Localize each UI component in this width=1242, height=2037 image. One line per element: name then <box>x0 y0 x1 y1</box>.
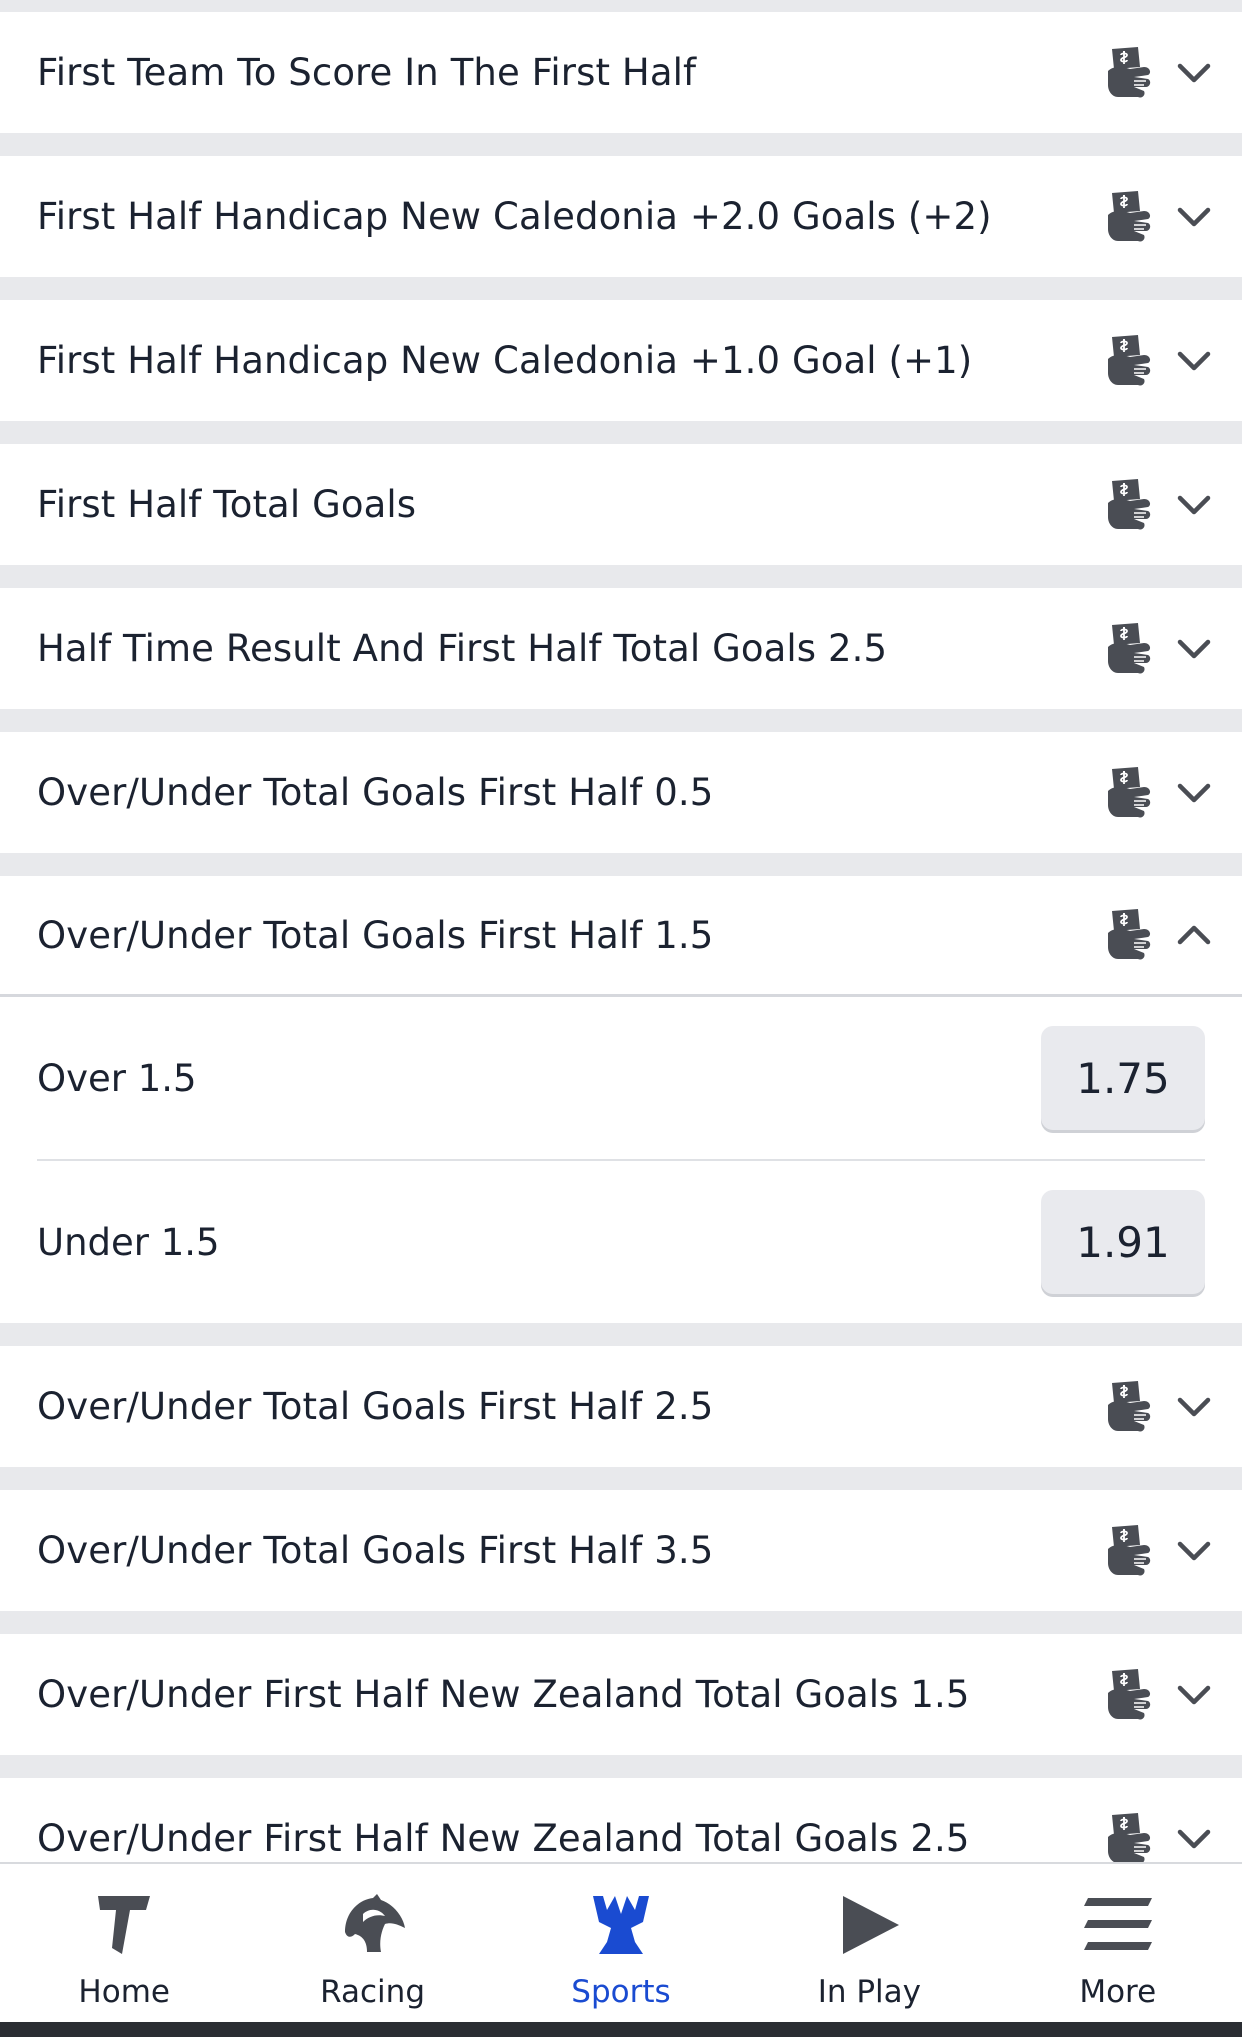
divider <box>0 133 1242 156</box>
market-header[interactable]: Half Time Result And First Half Total Go… <box>0 588 1242 709</box>
chevron-down-icon[interactable] <box>1176 349 1212 373</box>
divider <box>0 1467 1242 1490</box>
horse-head-icon <box>344 1894 405 1952</box>
nav-label: Sports <box>571 1974 671 2010</box>
play-icon <box>843 1896 900 1954</box>
market-header[interactable]: Over/Under Total Goals First Half 3.5 <box>0 1490 1242 1611</box>
same-game-multi-icon <box>1108 1812 1151 1864</box>
same-game-multi-icon <box>1108 46 1151 98</box>
divider <box>0 1611 1242 1634</box>
selection-label: Under 1.5 <box>37 1220 220 1264</box>
chevron-down-icon[interactable] <box>1176 781 1212 805</box>
nav-label: In Play <box>817 1974 922 2010</box>
nav-label: More <box>1079 1974 1157 2010</box>
odds-button[interactable]: 1.75 <box>1041 1026 1205 1130</box>
nav-home[interactable]: Home <box>0 1864 248 2022</box>
market-title: Over/Under Total Goals First Half 1.5 <box>37 913 714 957</box>
bottom-navigation: Home Racing Sports In Play More <box>0 1862 1242 2022</box>
nav-label: Home <box>78 1974 170 2010</box>
selection-row: Over 1.5 1.75 <box>37 997 1205 1159</box>
same-game-multi-icon <box>1108 1524 1151 1576</box>
chevron-down-icon[interactable] <box>1176 1395 1212 1419</box>
market-header[interactable]: First Half Handicap New Caledonia +1.0 G… <box>0 300 1242 421</box>
market-header[interactable]: Over/Under Total Goals First Half 0.5 <box>0 732 1242 853</box>
market-title: Over/Under Total Goals First Half 2.5 <box>37 1385 714 1428</box>
divider <box>0 709 1242 732</box>
same-game-multi-icon <box>1108 1668 1151 1720</box>
chevron-up-icon[interactable] <box>1176 923 1212 947</box>
market-title: Over/Under First Half New Zealand Total … <box>37 1673 970 1716</box>
market-title: First Half Handicap New Caledonia +2.0 G… <box>37 195 992 238</box>
chevron-down-icon[interactable] <box>1176 205 1212 229</box>
same-game-multi-icon <box>1108 766 1151 818</box>
market-title: First Half Total Goals <box>37 483 417 526</box>
chevron-down-icon[interactable] <box>1176 493 1212 517</box>
chevron-down-icon[interactable] <box>1176 1683 1212 1707</box>
market-header[interactable]: First Half Total Goals <box>0 444 1242 565</box>
selection-row: Under 1.5 1.91 <box>37 1161 1205 1323</box>
same-game-multi-icon <box>1108 909 1151 960</box>
home-t-logo-icon <box>98 1896 151 1954</box>
market-header[interactable]: Over/Under First Half New Zealand Total … <box>0 1634 1242 1755</box>
odds-button[interactable]: 1.91 <box>1041 1190 1205 1294</box>
screen: First Team To Score In The First Half Fi… <box>0 0 1242 2037</box>
divider <box>0 565 1242 588</box>
market-title: Over/Under Total Goals First Half 3.5 <box>37 1529 714 1572</box>
same-game-multi-icon <box>1108 622 1151 674</box>
chevron-down-icon[interactable] <box>1176 637 1212 661</box>
market-selections: Over 1.5 1.75 Under 1.5 1.91 <box>0 997 1242 1323</box>
same-game-multi-icon <box>1108 1380 1151 1432</box>
chevron-down-icon[interactable] <box>1176 1827 1212 1851</box>
market-header-expanded[interactable]: Over/Under Total Goals First Half 1.5 <box>0 876 1242 997</box>
nav-more[interactable]: More <box>994 1864 1242 2022</box>
menu-icon <box>1083 1898 1152 1950</box>
market-title: First Half Handicap New Caledonia +1.0 G… <box>37 339 973 382</box>
chevron-down-icon[interactable] <box>1176 61 1212 85</box>
same-game-multi-icon <box>1108 190 1151 242</box>
divider <box>0 1755 1242 1778</box>
chevron-down-icon[interactable] <box>1176 1539 1212 1563</box>
same-game-multi-icon <box>1108 478 1151 530</box>
market-header[interactable]: First Half Handicap New Caledonia +2.0 G… <box>0 156 1242 277</box>
market-header[interactable]: First Team To Score In The First Half <box>0 12 1242 133</box>
nav-sports[interactable]: Sports <box>497 1864 745 2022</box>
nav-racing[interactable]: Racing <box>248 1864 496 2022</box>
market-title: First Team To Score In The First Half <box>37 51 697 94</box>
divider <box>0 277 1242 300</box>
market-list: First Team To Score In The First Half Fi… <box>0 12 1242 1899</box>
divider <box>0 421 1242 444</box>
selection-label: Over 1.5 <box>37 1056 197 1100</box>
market-title: Half Time Result And First Half Total Go… <box>37 627 888 670</box>
market-header[interactable]: Over/Under Total Goals First Half 2.5 <box>0 1346 1242 1467</box>
divider <box>0 1323 1242 1346</box>
trophy-icon <box>592 1896 649 1954</box>
market-title: Over/Under First Half New Zealand Total … <box>37 1817 970 1860</box>
home-indicator <box>0 2022 1242 2037</box>
nav-label: Racing <box>320 1974 425 2010</box>
same-game-multi-icon <box>1108 334 1151 386</box>
nav-in-play[interactable]: In Play <box>745 1864 993 2022</box>
market-title: Over/Under Total Goals First Half 0.5 <box>37 771 714 814</box>
divider <box>0 853 1242 876</box>
